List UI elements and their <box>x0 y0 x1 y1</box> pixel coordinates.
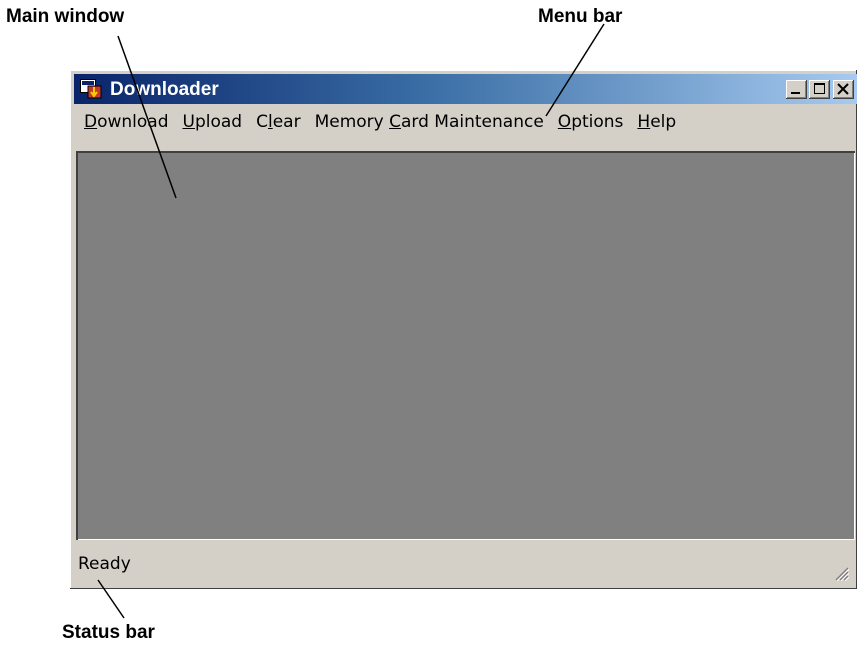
menu-memory-card-maintenance[interactable]: Memory Card Maintenance <box>315 112 544 132</box>
menu-bar: Download Upload Clear Memory Card Mainte… <box>74 108 855 136</box>
status-bar: Ready <box>74 547 855 585</box>
resize-grip-icon[interactable] <box>833 565 850 582</box>
menu-download[interactable]: Download <box>84 112 169 132</box>
callout-menu-bar: Menu bar <box>538 6 623 27</box>
minimize-button[interactable] <box>786 80 807 99</box>
menu-help[interactable]: Help <box>637 112 676 132</box>
title-bar[interactable]: Downloader <box>74 74 857 104</box>
window-title: Downloader <box>110 79 219 100</box>
menu-options[interactable]: Options <box>558 112 624 132</box>
close-button[interactable] <box>833 80 854 99</box>
downloader-window: Downloader Download Upload Clear Memory … <box>70 70 857 589</box>
menu-upload[interactable]: Upload <box>183 112 243 132</box>
status-text: Ready <box>78 554 131 574</box>
callout-status-bar: Status bar <box>62 622 155 643</box>
menu-clear[interactable]: Clear <box>256 112 300 132</box>
maximize-button[interactable] <box>809 80 830 99</box>
main-window-client-area[interactable] <box>76 151 855 540</box>
callout-main-window: Main window <box>6 6 125 27</box>
downloader-app-icon[interactable] <box>80 79 102 99</box>
